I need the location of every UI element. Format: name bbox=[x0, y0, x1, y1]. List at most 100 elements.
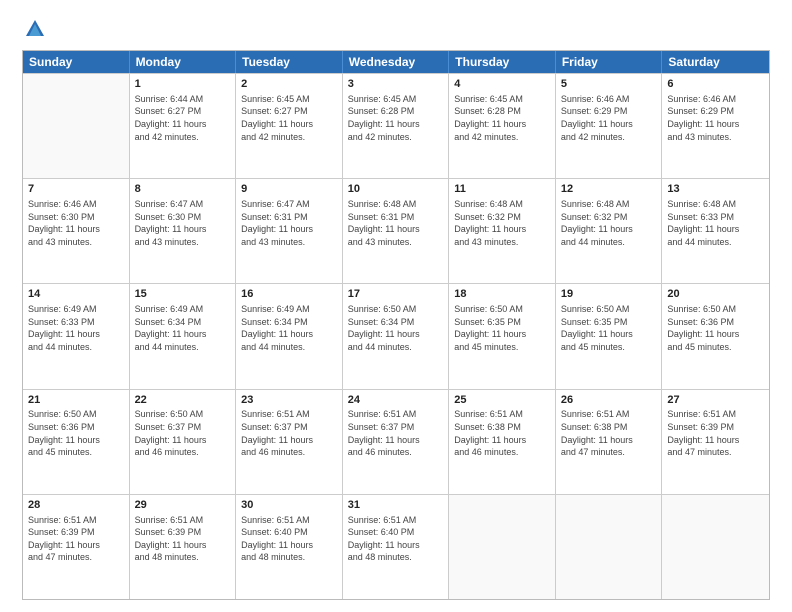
cal-cell-1-1: 8Sunrise: 6:47 AMSunset: 6:30 PMDaylight… bbox=[130, 179, 237, 283]
cal-cell-0-6: 6Sunrise: 6:46 AMSunset: 6:29 PMDaylight… bbox=[662, 74, 769, 178]
cal-cell-1-5: 12Sunrise: 6:48 AMSunset: 6:32 PMDayligh… bbox=[556, 179, 663, 283]
cell-info: Sunrise: 6:46 AMSunset: 6:29 PMDaylight:… bbox=[561, 93, 657, 143]
day-number: 31 bbox=[348, 498, 444, 513]
cal-cell-3-4: 25Sunrise: 6:51 AMSunset: 6:38 PMDayligh… bbox=[449, 390, 556, 494]
day-number: 22 bbox=[135, 393, 231, 408]
day-number: 16 bbox=[241, 287, 337, 302]
cal-cell-1-0: 7Sunrise: 6:46 AMSunset: 6:30 PMDaylight… bbox=[23, 179, 130, 283]
day-number: 13 bbox=[667, 182, 764, 197]
day-number: 5 bbox=[561, 77, 657, 92]
header bbox=[22, 18, 770, 40]
cal-cell-4-4 bbox=[449, 495, 556, 599]
cell-info: Sunrise: 6:46 AMSunset: 6:29 PMDaylight:… bbox=[667, 93, 764, 143]
cell-info: Sunrise: 6:51 AMSunset: 6:38 PMDaylight:… bbox=[561, 408, 657, 458]
cal-cell-3-6: 27Sunrise: 6:51 AMSunset: 6:39 PMDayligh… bbox=[662, 390, 769, 494]
cell-info: Sunrise: 6:48 AMSunset: 6:33 PMDaylight:… bbox=[667, 198, 764, 248]
cell-info: Sunrise: 6:50 AMSunset: 6:36 PMDaylight:… bbox=[28, 408, 124, 458]
day-number: 26 bbox=[561, 393, 657, 408]
cal-header-cell-friday: Friday bbox=[556, 51, 663, 73]
day-number: 9 bbox=[241, 182, 337, 197]
cal-cell-0-1: 1Sunrise: 6:44 AMSunset: 6:27 PMDaylight… bbox=[130, 74, 237, 178]
logo bbox=[22, 18, 46, 40]
cal-row-0: 1Sunrise: 6:44 AMSunset: 6:27 PMDaylight… bbox=[23, 73, 769, 178]
cell-info: Sunrise: 6:48 AMSunset: 6:32 PMDaylight:… bbox=[561, 198, 657, 248]
day-number: 24 bbox=[348, 393, 444, 408]
cal-cell-2-3: 17Sunrise: 6:50 AMSunset: 6:34 PMDayligh… bbox=[343, 284, 450, 388]
cal-cell-3-2: 23Sunrise: 6:51 AMSunset: 6:37 PMDayligh… bbox=[236, 390, 343, 494]
cal-cell-2-2: 16Sunrise: 6:49 AMSunset: 6:34 PMDayligh… bbox=[236, 284, 343, 388]
cell-info: Sunrise: 6:51 AMSunset: 6:39 PMDaylight:… bbox=[135, 514, 231, 564]
cell-info: Sunrise: 6:46 AMSunset: 6:30 PMDaylight:… bbox=[28, 198, 124, 248]
cal-cell-1-3: 10Sunrise: 6:48 AMSunset: 6:31 PMDayligh… bbox=[343, 179, 450, 283]
cal-cell-0-5: 5Sunrise: 6:46 AMSunset: 6:29 PMDaylight… bbox=[556, 74, 663, 178]
cell-info: Sunrise: 6:50 AMSunset: 6:35 PMDaylight:… bbox=[454, 303, 550, 353]
day-number: 2 bbox=[241, 77, 337, 92]
day-number: 12 bbox=[561, 182, 657, 197]
day-number: 28 bbox=[28, 498, 124, 513]
day-number: 25 bbox=[454, 393, 550, 408]
logo-area bbox=[22, 18, 46, 40]
cal-cell-0-3: 3Sunrise: 6:45 AMSunset: 6:28 PMDaylight… bbox=[343, 74, 450, 178]
cell-info: Sunrise: 6:50 AMSunset: 6:35 PMDaylight:… bbox=[561, 303, 657, 353]
cal-cell-1-4: 11Sunrise: 6:48 AMSunset: 6:32 PMDayligh… bbox=[449, 179, 556, 283]
page: SundayMondayTuesdayWednesdayThursdayFrid… bbox=[0, 0, 792, 612]
day-number: 11 bbox=[454, 182, 550, 197]
cal-cell-1-2: 9Sunrise: 6:47 AMSunset: 6:31 PMDaylight… bbox=[236, 179, 343, 283]
cell-info: Sunrise: 6:48 AMSunset: 6:32 PMDaylight:… bbox=[454, 198, 550, 248]
day-number: 29 bbox=[135, 498, 231, 513]
cal-cell-3-0: 21Sunrise: 6:50 AMSunset: 6:36 PMDayligh… bbox=[23, 390, 130, 494]
day-number: 7 bbox=[28, 182, 124, 197]
cal-cell-0-0 bbox=[23, 74, 130, 178]
logo-icon bbox=[24, 18, 46, 40]
day-number: 19 bbox=[561, 287, 657, 302]
cal-cell-4-3: 31Sunrise: 6:51 AMSunset: 6:40 PMDayligh… bbox=[343, 495, 450, 599]
cal-cell-2-0: 14Sunrise: 6:49 AMSunset: 6:33 PMDayligh… bbox=[23, 284, 130, 388]
day-number: 3 bbox=[348, 77, 444, 92]
cal-cell-4-5 bbox=[556, 495, 663, 599]
day-number: 21 bbox=[28, 393, 124, 408]
cal-header-cell-monday: Monday bbox=[130, 51, 237, 73]
cal-cell-3-1: 22Sunrise: 6:50 AMSunset: 6:37 PMDayligh… bbox=[130, 390, 237, 494]
cell-info: Sunrise: 6:45 AMSunset: 6:27 PMDaylight:… bbox=[241, 93, 337, 143]
calendar: SundayMondayTuesdayWednesdayThursdayFrid… bbox=[22, 50, 770, 600]
cell-info: Sunrise: 6:49 AMSunset: 6:33 PMDaylight:… bbox=[28, 303, 124, 353]
day-number: 4 bbox=[454, 77, 550, 92]
cal-header-cell-saturday: Saturday bbox=[662, 51, 769, 73]
calendar-header: SundayMondayTuesdayWednesdayThursdayFrid… bbox=[23, 51, 769, 73]
cell-info: Sunrise: 6:49 AMSunset: 6:34 PMDaylight:… bbox=[241, 303, 337, 353]
day-number: 10 bbox=[348, 182, 444, 197]
cell-info: Sunrise: 6:51 AMSunset: 6:39 PMDaylight:… bbox=[667, 408, 764, 458]
cal-cell-3-3: 24Sunrise: 6:51 AMSunset: 6:37 PMDayligh… bbox=[343, 390, 450, 494]
cal-row-4: 28Sunrise: 6:51 AMSunset: 6:39 PMDayligh… bbox=[23, 494, 769, 599]
cell-info: Sunrise: 6:49 AMSunset: 6:34 PMDaylight:… bbox=[135, 303, 231, 353]
cal-row-2: 14Sunrise: 6:49 AMSunset: 6:33 PMDayligh… bbox=[23, 283, 769, 388]
cal-header-cell-wednesday: Wednesday bbox=[343, 51, 450, 73]
cell-info: Sunrise: 6:51 AMSunset: 6:38 PMDaylight:… bbox=[454, 408, 550, 458]
cal-cell-2-5: 19Sunrise: 6:50 AMSunset: 6:35 PMDayligh… bbox=[556, 284, 663, 388]
day-number: 15 bbox=[135, 287, 231, 302]
day-number: 30 bbox=[241, 498, 337, 513]
cal-cell-4-0: 28Sunrise: 6:51 AMSunset: 6:39 PMDayligh… bbox=[23, 495, 130, 599]
day-number: 14 bbox=[28, 287, 124, 302]
day-number: 8 bbox=[135, 182, 231, 197]
cal-header-cell-sunday: Sunday bbox=[23, 51, 130, 73]
cell-info: Sunrise: 6:47 AMSunset: 6:30 PMDaylight:… bbox=[135, 198, 231, 248]
cell-info: Sunrise: 6:51 AMSunset: 6:37 PMDaylight:… bbox=[348, 408, 444, 458]
cell-info: Sunrise: 6:47 AMSunset: 6:31 PMDaylight:… bbox=[241, 198, 337, 248]
cell-info: Sunrise: 6:50 AMSunset: 6:34 PMDaylight:… bbox=[348, 303, 444, 353]
cal-cell-4-1: 29Sunrise: 6:51 AMSunset: 6:39 PMDayligh… bbox=[130, 495, 237, 599]
calendar-body: 1Sunrise: 6:44 AMSunset: 6:27 PMDaylight… bbox=[23, 73, 769, 599]
day-number: 18 bbox=[454, 287, 550, 302]
cell-info: Sunrise: 6:51 AMSunset: 6:39 PMDaylight:… bbox=[28, 514, 124, 564]
cal-cell-4-2: 30Sunrise: 6:51 AMSunset: 6:40 PMDayligh… bbox=[236, 495, 343, 599]
day-number: 1 bbox=[135, 77, 231, 92]
cell-info: Sunrise: 6:51 AMSunset: 6:37 PMDaylight:… bbox=[241, 408, 337, 458]
day-number: 23 bbox=[241, 393, 337, 408]
cell-info: Sunrise: 6:45 AMSunset: 6:28 PMDaylight:… bbox=[348, 93, 444, 143]
cal-cell-0-2: 2Sunrise: 6:45 AMSunset: 6:27 PMDaylight… bbox=[236, 74, 343, 178]
cal-cell-1-6: 13Sunrise: 6:48 AMSunset: 6:33 PMDayligh… bbox=[662, 179, 769, 283]
cell-info: Sunrise: 6:48 AMSunset: 6:31 PMDaylight:… bbox=[348, 198, 444, 248]
cal-row-3: 21Sunrise: 6:50 AMSunset: 6:36 PMDayligh… bbox=[23, 389, 769, 494]
cell-info: Sunrise: 6:45 AMSunset: 6:28 PMDaylight:… bbox=[454, 93, 550, 143]
cal-header-cell-thursday: Thursday bbox=[449, 51, 556, 73]
